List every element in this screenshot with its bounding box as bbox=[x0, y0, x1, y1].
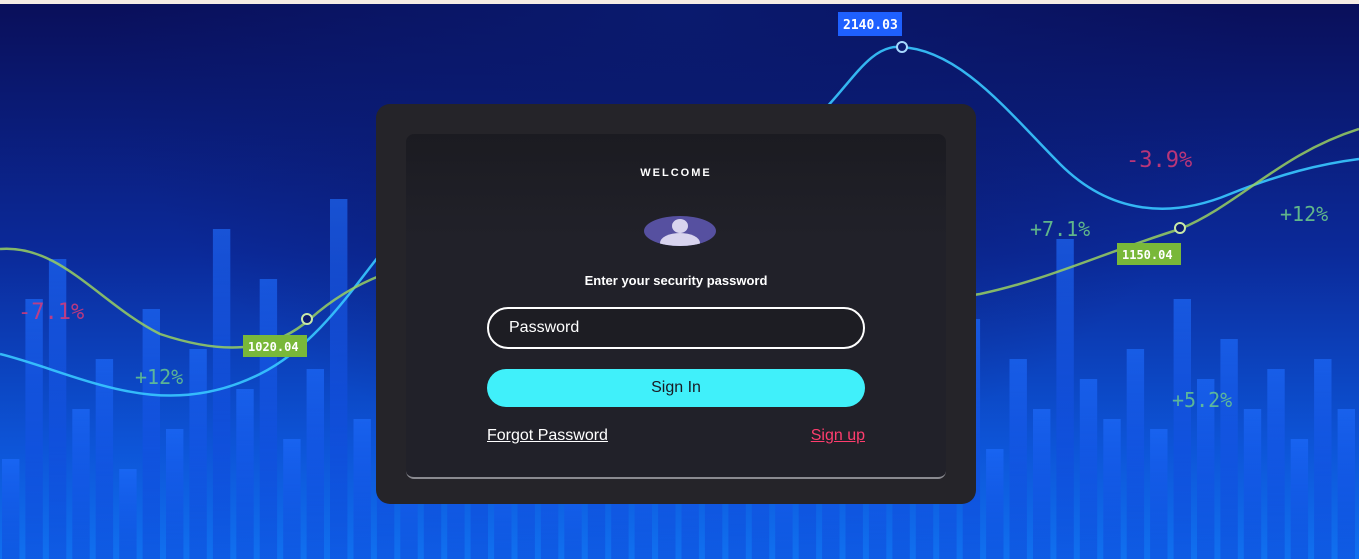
pct-neg-left: -7.1% bbox=[18, 300, 84, 325]
pct-pos-left: +12% bbox=[135, 365, 183, 389]
login-card: WELCOME Enter your security password Sig… bbox=[376, 104, 976, 504]
background-bar bbox=[142, 309, 160, 559]
forgot-password-link[interactable]: Forgot Password bbox=[487, 427, 608, 445]
background-bar bbox=[189, 349, 207, 559]
background-bar bbox=[95, 359, 114, 559]
background-bar bbox=[1056, 239, 1074, 559]
sign-up-link[interactable]: Sign up bbox=[811, 427, 865, 445]
background-bar bbox=[259, 279, 278, 559]
background-bar bbox=[1009, 359, 1027, 559]
user-avatar-icon bbox=[644, 216, 716, 246]
background-bar bbox=[353, 419, 371, 559]
background-bar bbox=[1126, 349, 1145, 559]
background-bar bbox=[1337, 409, 1355, 559]
background-bar bbox=[212, 229, 231, 559]
background-bar bbox=[986, 449, 1004, 559]
background-bar bbox=[166, 429, 184, 559]
password-prompt: Enter your security password bbox=[584, 273, 768, 288]
background-bar bbox=[2, 459, 20, 559]
background-bar bbox=[1173, 299, 1191, 559]
background-bar bbox=[306, 369, 324, 559]
marker-top bbox=[896, 41, 908, 53]
background-bar bbox=[236, 389, 254, 559]
marker-right bbox=[1174, 222, 1186, 234]
background-bar bbox=[1150, 429, 1168, 559]
background-bar bbox=[1103, 419, 1121, 559]
sign-in-button[interactable]: Sign In bbox=[487, 369, 865, 407]
pct-pos-right: +12% bbox=[1280, 202, 1328, 226]
background-bar bbox=[1243, 409, 1262, 559]
background-bar bbox=[1314, 359, 1332, 559]
welcome-title: WELCOME bbox=[640, 167, 712, 179]
background-bar bbox=[1033, 409, 1051, 559]
background-bar bbox=[119, 469, 137, 559]
marker-left bbox=[301, 313, 313, 325]
background-bar bbox=[1079, 379, 1098, 559]
ticker-left-label: 1020.04 bbox=[248, 340, 299, 354]
background-bar bbox=[1220, 339, 1238, 559]
pct-pos-lower-right: +5.2% bbox=[1172, 388, 1232, 412]
ticker-top-label: 2140.03 bbox=[843, 18, 898, 33]
background-bar bbox=[330, 199, 348, 559]
background-bar bbox=[1267, 369, 1285, 559]
background-bar bbox=[1290, 439, 1309, 559]
background-bar bbox=[283, 439, 301, 559]
login-panel: WELCOME Enter your security password Sig… bbox=[406, 134, 946, 479]
pct-pos-mid: +7.1% bbox=[1030, 217, 1090, 241]
background-bar bbox=[25, 299, 43, 559]
pct-neg-right: -3.9% bbox=[1126, 148, 1192, 173]
ticker-right-label: 1150.04 bbox=[1122, 248, 1173, 262]
password-input[interactable] bbox=[487, 307, 865, 349]
background-bar bbox=[72, 409, 90, 559]
